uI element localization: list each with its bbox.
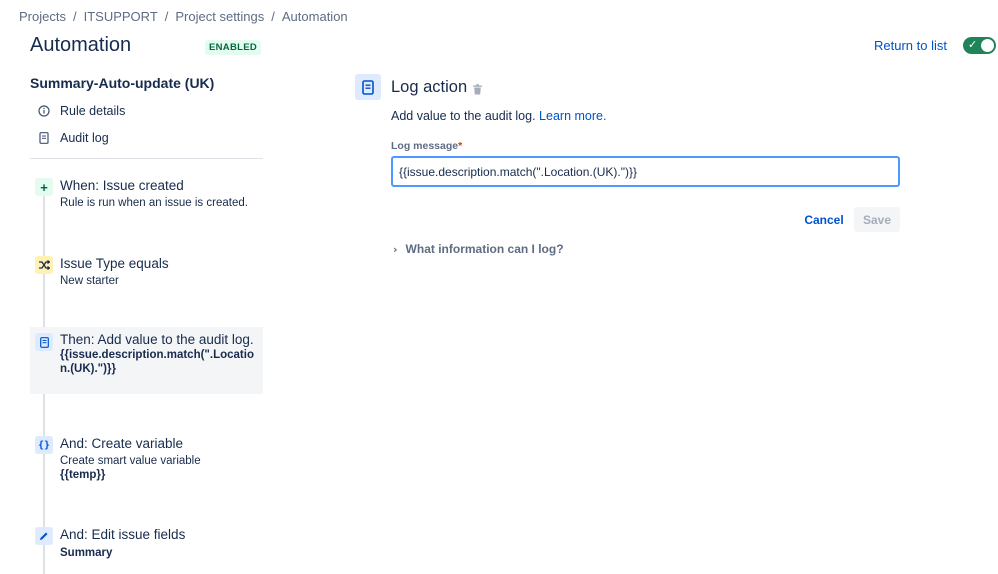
rule-step-trigger[interactable]: + When: Issue created Rule is run when a…	[30, 178, 263, 218]
trash-icon[interactable]	[472, 82, 483, 100]
check-icon: ✓	[968, 38, 978, 51]
rule-name: Summary-Auto-update (UK)	[30, 75, 215, 91]
panel-title: Log action	[391, 78, 468, 96]
step-detail: {{temp}}	[60, 469, 106, 481]
return-to-list-link[interactable]: Return to list	[874, 38, 947, 53]
rule-enabled-toggle[interactable]: ✓	[963, 37, 996, 54]
step-title: And: Create variable	[60, 436, 184, 451]
step-detail: Summary	[60, 547, 113, 559]
sidebar-item-rule-details[interactable]: Rule details	[38, 104, 125, 118]
cancel-button[interactable]: Cancel	[797, 207, 851, 232]
document-icon	[35, 333, 53, 351]
learn-more-link[interactable]: Learn more.	[539, 109, 606, 123]
step-detail: {{issue.description.match(".Location.(UK…	[60, 349, 254, 375]
toggle-knob	[981, 39, 994, 52]
breadcrumb-separator: /	[271, 9, 275, 24]
document-icon	[38, 132, 50, 144]
rule-step-log-action[interactable]: Then: Add value to the audit log. {{issu…	[30, 327, 263, 394]
braces-icon: {}	[35, 436, 53, 454]
breadcrumb: Projects / ITSUPPORT / Project settings …	[19, 9, 348, 24]
breadcrumb-separator: /	[72, 9, 77, 24]
sidebar-item-label: Audit log	[60, 131, 109, 145]
expander-label: What information can I log?	[405, 242, 564, 256]
what-can-i-log-expander[interactable]: › What information can I log?	[393, 242, 564, 256]
step-subtitle: Rule is run when an issue is created.	[60, 197, 248, 209]
info-icon	[38, 105, 50, 117]
step-title: Then: Add value to the audit log.	[60, 332, 254, 347]
plus-icon: +	[35, 178, 53, 196]
save-button[interactable]: Save	[854, 207, 900, 232]
rule-step-condition[interactable]: Issue Type equals New starter	[30, 256, 263, 296]
rule-step-create-variable[interactable]: {} And: Create variable Create smart val…	[30, 436, 263, 484]
step-title: When: Issue created	[60, 178, 184, 193]
breadcrumb-automation[interactable]: Automation	[282, 9, 348, 24]
panel-description-text: Add value to the audit log.	[391, 109, 536, 123]
breadcrumb-separator: /	[164, 9, 169, 24]
step-subtitle: Create smart value variable	[60, 455, 201, 467]
sidebar-divider	[30, 158, 263, 159]
breadcrumb-project-settings[interactable]: Project settings	[175, 9, 264, 24]
required-marker: *	[458, 140, 463, 152]
step-title: Issue Type equals	[60, 256, 169, 271]
page-title: Automation	[30, 34, 132, 56]
log-message-label: Log message*	[391, 140, 462, 152]
sidebar-item-audit-log[interactable]: Audit log	[38, 131, 109, 145]
sidebar-item-label: Rule details	[60, 104, 126, 118]
panel-description: Add value to the audit log. Learn more.	[391, 109, 606, 123]
step-title: And: Edit issue fields	[60, 527, 186, 542]
chevron-right-icon: ›	[393, 242, 398, 256]
step-subtitle: New starter	[60, 275, 119, 287]
pencil-icon	[35, 527, 53, 545]
breadcrumb-itsupport[interactable]: ITSUPPORT	[84, 9, 158, 24]
log-message-input[interactable]	[391, 156, 900, 187]
status-badge: ENABLED	[205, 40, 262, 55]
rule-step-edit-fields[interactable]: And: Edit issue fields Summary	[30, 527, 263, 563]
breadcrumb-projects[interactable]: Projects	[19, 9, 66, 24]
shuffle-icon	[35, 256, 53, 274]
document-icon	[355, 74, 381, 100]
log-message-label-text: Log message	[391, 140, 459, 152]
